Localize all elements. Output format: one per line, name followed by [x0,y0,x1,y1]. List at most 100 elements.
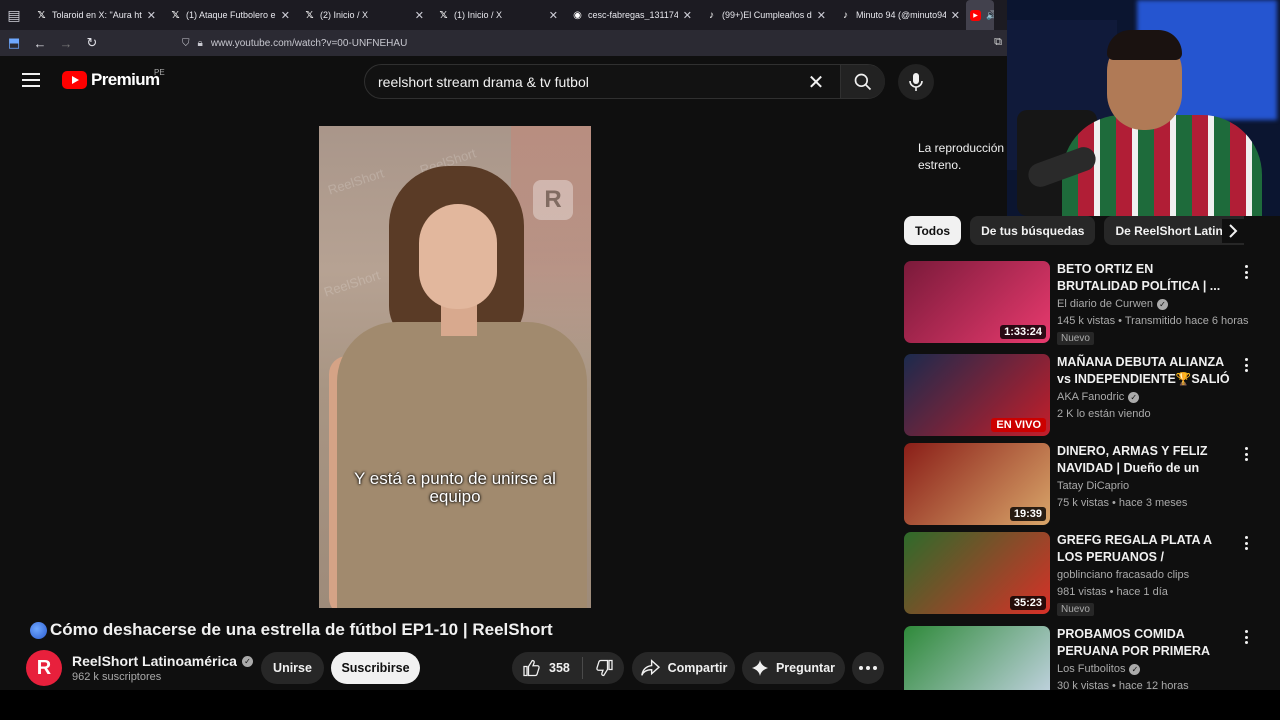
more-horizontal-icon [859,666,877,670]
streamer-hair [1107,30,1182,60]
channel-name-text: El diario de Curwen [1057,298,1153,310]
x-logo-icon: 𝕏 [305,9,314,21]
picture-in-picture-icon[interactable]: ⧉ [994,36,1002,49]
new-badge: Nuevo [1057,603,1094,616]
close-tab-icon[interactable]: ✕ [415,9,424,22]
more-vertical-icon[interactable] [1240,263,1252,281]
lock-icon[interactable]: 🔒︎ [198,38,203,49]
video-title: Cómo deshacerse de una estrella de fútbo… [30,620,553,640]
recommendation-item[interactable]: 19:39 DINERO, ARMAS Y FELIZ NAVIDAD | Due… [904,443,1254,529]
channel-name-text: Tatay DiCaprio [1057,480,1130,492]
browser-tab[interactable]: ♪ (99+)El Cumpleaños de Ma ✕ [698,0,832,30]
video-thumbnail[interactable]: 35:23 [904,532,1050,614]
sidebar-toggle-icon[interactable]: ⬒ [2,30,26,56]
thumbs-down-icon [596,659,613,677]
browser-tab[interactable]: ◉ cesc-fabregas_1311746Pho ✕ [564,0,698,30]
browser-tab[interactable]: ♪ Minuto 94 (@minuto94sac ✕ [832,0,966,30]
tiktok-icon: ♪ [843,9,848,21]
search-icon [854,73,872,90]
recommendation-meta: 2 K lo están viendo [1057,408,1151,420]
browser-tab[interactable]: 𝕏 Tolaroid en X: "Aura https:/ ✕ [28,0,162,30]
filter-chip[interactable]: Todos [904,216,962,245]
recommendation-title[interactable]: MAÑANA DEBUTA ALIANZA vs INDEPENDIENTE🏆S… [1057,354,1237,389]
browser-tab[interactable]: 𝕏 (2) Inicio / X ✕ [296,0,430,30]
live-badge: EN VIVO [991,418,1046,432]
search-button[interactable] [840,65,885,98]
recommendation-channel[interactable]: El diario de Curwen ✓ [1057,298,1168,310]
video-subtitle: Y está a punto de unirse al equipo [319,470,591,506]
speaker-icon[interactable]: 🔊 [986,10,994,21]
recommendation-title[interactable]: GREFG REGALA PLATA A LOS PERUANOS / GOBL… [1057,532,1237,567]
video-thumbnail[interactable]: 1:33:24 [904,261,1050,343]
recommendation-channel[interactable]: goblinciano fracasado clips [1057,569,1189,581]
filter-chips: Todos De tus búsquedas De ReelShort Latino… [904,216,1244,246]
duration-badge: 19:39 [1009,507,1046,521]
channel-avatar[interactable]: R [26,650,62,686]
filter-chip[interactable]: De tus búsquedas [970,216,1096,245]
youtube-header: Premium PE ✕ [0,56,1007,108]
recommendation-item[interactable]: 35:23 GREFG REGALA PLATA A LOS PERUANOS /… [904,532,1254,618]
like-dislike-group: 358 [512,652,624,684]
recommendation-title[interactable]: DINERO, ARMAS Y FELIZ NAVIDAD | Dueño de… [1057,443,1237,478]
more-actions-button[interactable] [852,652,884,684]
tab-youtube-active[interactable]: ▶ 🔊 [966,0,994,30]
video-thumbnail[interactable]: 19:39 [904,443,1050,525]
video-title-text: Cómo deshacerse de una estrella de fútbo… [50,620,553,639]
ask-button[interactable]: Preguntar [742,652,845,684]
join-button[interactable]: Unirse [261,652,324,684]
close-tab-icon[interactable]: ✕ [817,9,826,22]
close-tab-icon[interactable]: ✕ [281,9,290,22]
tab-list-icon[interactable]: ▤ [0,0,28,30]
x-logo-icon: 𝕏 [439,9,448,21]
tab-title: (2) Inicio / X [320,10,369,20]
tab-title: (99+)El Cumpleaños de Ma [722,10,812,20]
recommendation-channel[interactable]: AKA Fanodric ✓ [1057,391,1140,403]
image-icon: ◉ [573,9,582,21]
video-thumbnail[interactable]: EN VIVO [904,354,1050,436]
recommendation-channel[interactable]: Tatay DiCaprio [1057,480,1129,492]
recommendation-item[interactable]: 1:33:24 BETO ORTIZ EN BRUTALIDAD POLÍTICA… [904,261,1254,347]
video-frame[interactable]: ReelShort ReelShort ReelShort ReelShort … [319,126,591,608]
close-tab-icon[interactable]: ✕ [683,9,692,22]
voice-search-button[interactable] [898,64,934,100]
more-vertical-icon[interactable] [1240,356,1252,374]
subscribe-button[interactable]: Suscribirse [331,652,420,684]
notice-line: estreno. [918,158,962,172]
browser-tab[interactable]: 𝕏 (1) Inicio / X ✕ [430,0,564,30]
chevron-right-icon[interactable] [1222,219,1244,243]
more-vertical-icon[interactable] [1240,445,1252,463]
recommendation-title[interactable]: PROBAMOS COMIDA PERUANA POR PRIMERA VEZ [1057,626,1237,661]
notice-line: La reproducción [918,141,1005,155]
share-button[interactable]: Compartir [632,652,735,684]
recommendation-item[interactable]: EN VIVO MAÑANA DEBUTA ALIANZA vs INDEPEND… [904,354,1254,440]
youtube-favicon-icon: ▶ [970,9,981,21]
menu-icon[interactable] [22,73,40,87]
channel-name-text: Los Futbolitos [1057,663,1126,675]
search-input[interactable] [365,65,840,98]
microphone-icon [909,73,923,91]
address-bar[interactable]: ⛉ 🔒︎ www.youtube.com/watch?v=00-UNFNEHAU… [176,33,1006,53]
share-icon [640,659,660,676]
more-vertical-icon[interactable] [1240,534,1252,552]
share-label: Compartir [667,661,728,675]
close-tab-icon[interactable]: ✕ [549,9,558,22]
sparkle-icon [751,660,768,676]
shield-icon[interactable]: ⛉ [182,38,190,49]
channel-name[interactable]: ReelShort Latinoamérica ✓ [72,653,253,669]
youtube-play-logo-icon [62,71,87,89]
close-tab-icon[interactable]: ✕ [147,9,156,22]
more-vertical-icon[interactable] [1240,628,1252,646]
browser-tab[interactable]: 𝕏 (1) Ataque Futbolero en X: ✕ [162,0,296,30]
youtube-premium-logo[interactable]: Premium [62,70,160,90]
like-button[interactable]: 358 [522,659,582,677]
new-badge: Nuevo [1057,332,1094,345]
reload-button[interactable]: ↻ [80,30,104,56]
thumbs-up-icon [523,659,540,677]
dislike-button[interactable] [583,659,614,677]
close-tab-icon[interactable]: ✕ [951,9,960,22]
recommendation-channel[interactable]: Los Futbolitos ✓ [1057,663,1141,675]
back-button[interactable]: ← [28,30,52,56]
recommendation-title[interactable]: BETO ORTIZ EN BRUTALIDAD POLÍTICA | ... [1057,261,1237,295]
forward-button[interactable]: → [54,30,78,56]
clear-search-icon[interactable]: ✕ [805,71,827,94]
